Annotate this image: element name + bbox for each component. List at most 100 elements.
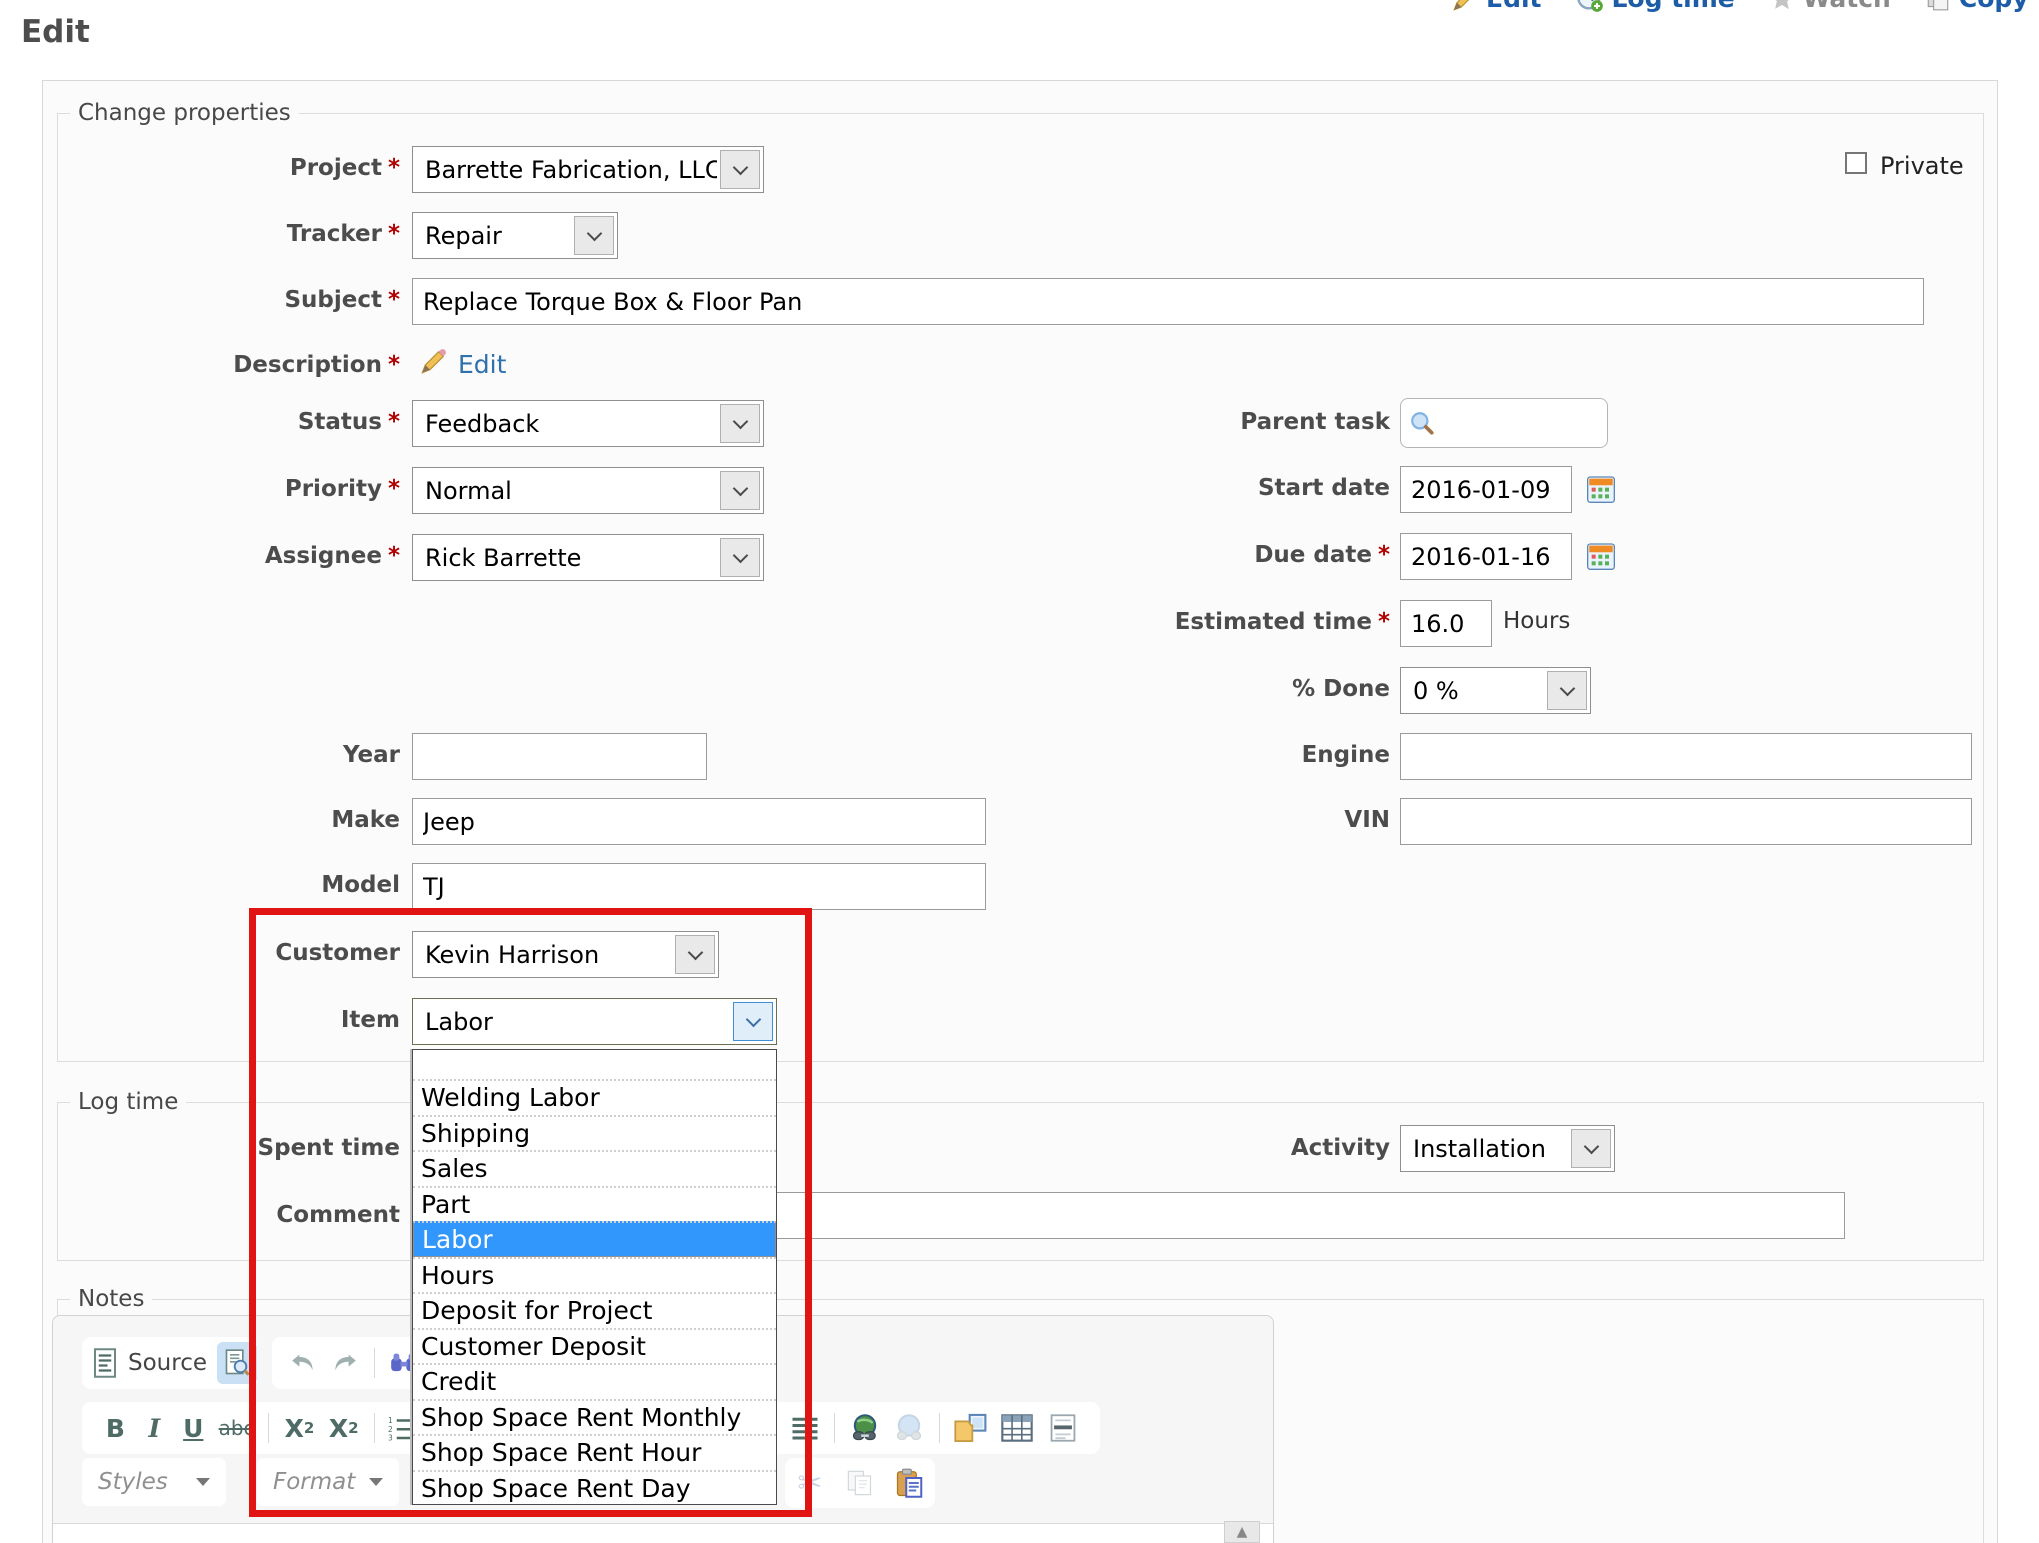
status-select-value: Feedback bbox=[413, 401, 717, 446]
vin-label: VIN bbox=[1344, 807, 1390, 833]
editor-scrollbar-up[interactable]: ▲ bbox=[1224, 1521, 1260, 1543]
source-button[interactable]: Source bbox=[82, 1348, 217, 1378]
status-label: Status bbox=[298, 409, 382, 435]
paste-icon bbox=[895, 1468, 925, 1498]
copy-button[interactable] bbox=[838, 1469, 882, 1497]
editor-content-area[interactable] bbox=[53, 1523, 1273, 1543]
cut-button[interactable]: ✂ bbox=[788, 1466, 832, 1501]
assignee-select[interactable]: Rick Barrette bbox=[412, 534, 764, 581]
project-label: Project bbox=[290, 155, 382, 181]
styles-combo[interactable]: Styles bbox=[82, 1458, 226, 1506]
subscript-2: 2 bbox=[304, 1419, 314, 1437]
page-title: Edit bbox=[21, 14, 90, 50]
due-date-label: Due date bbox=[1254, 542, 1372, 568]
due-date-input[interactable] bbox=[1400, 533, 1572, 580]
customer-label: Customer bbox=[275, 940, 400, 966]
engine-input[interactable] bbox=[1400, 733, 1972, 780]
start-date-input[interactable] bbox=[1400, 466, 1572, 513]
item-option[interactable]: Labor bbox=[413, 1221, 776, 1257]
undo-button[interactable] bbox=[282, 1351, 324, 1375]
model-input[interactable] bbox=[412, 863, 986, 910]
calendar-icon[interactable] bbox=[1585, 473, 1617, 505]
bold-button[interactable]: B bbox=[96, 1414, 135, 1443]
priority-select[interactable]: Normal bbox=[412, 467, 764, 514]
parent-task-input[interactable] bbox=[1400, 398, 1608, 448]
parent-task-label: Parent task bbox=[1240, 409, 1390, 435]
toolbar-separator bbox=[374, 1348, 375, 1378]
item-option[interactable]: Shop Space Rent Monthly bbox=[413, 1399, 776, 1435]
item-option[interactable]: Shipping bbox=[413, 1115, 776, 1151]
project-select[interactable]: Barrette Fabrication, LLC bbox=[412, 146, 764, 193]
context-menu: Edit Log time Watch Copy Delete bbox=[1452, 0, 2039, 13]
edit-link[interactable]: Edit bbox=[1452, 0, 1542, 13]
paste-button[interactable] bbox=[888, 1468, 932, 1498]
log-time-link[interactable]: Log time bbox=[1576, 0, 1735, 13]
percent-done-label: % Done bbox=[1292, 676, 1390, 702]
chevron-down-icon bbox=[1547, 671, 1587, 710]
description-edit-link[interactable]: Edit bbox=[458, 350, 506, 379]
toolbar-separator bbox=[939, 1413, 940, 1443]
customer-select[interactable]: Kevin Harrison bbox=[412, 931, 719, 978]
image-button[interactable] bbox=[948, 1413, 994, 1443]
item-option[interactable]: Customer Deposit bbox=[413, 1328, 776, 1364]
required-asterisk: * bbox=[1378, 542, 1390, 568]
tracker-select[interactable]: Repair bbox=[412, 212, 618, 259]
redo-icon bbox=[330, 1351, 360, 1375]
styles-combo-label: Styles bbox=[98, 1469, 168, 1495]
item-option[interactable]: Deposit for Project bbox=[413, 1292, 776, 1328]
undo-icon bbox=[288, 1351, 318, 1375]
copy-link[interactable]: Copy bbox=[1925, 0, 2029, 13]
table-button[interactable] bbox=[994, 1414, 1040, 1442]
watch-link-label: Watch bbox=[1803, 0, 1891, 13]
subscript-button[interactable]: X2 bbox=[277, 1414, 321, 1443]
item-option[interactable]: Hours bbox=[413, 1257, 776, 1293]
item-option[interactable]: Sales bbox=[413, 1150, 776, 1186]
percent-done-select[interactable]: 0 % bbox=[1400, 667, 1591, 714]
toolbar-separator bbox=[374, 1413, 375, 1443]
calendar-icon[interactable] bbox=[1585, 540, 1617, 572]
chevron-down-icon bbox=[733, 1002, 773, 1041]
private-checkbox[interactable] bbox=[1845, 152, 1867, 174]
estimated-time-input[interactable] bbox=[1400, 600, 1492, 647]
subscript-x: X bbox=[285, 1414, 304, 1443]
format-combo[interactable]: Format bbox=[257, 1458, 399, 1506]
redo-button[interactable] bbox=[324, 1351, 366, 1375]
link-button[interactable] bbox=[843, 1414, 887, 1442]
subject-input[interactable] bbox=[412, 278, 1924, 325]
item-option[interactable]: Part bbox=[413, 1186, 776, 1222]
copy-icon bbox=[1925, 0, 1951, 12]
subject-label: Subject bbox=[284, 287, 382, 313]
superscript-button[interactable]: X2 bbox=[322, 1414, 366, 1443]
item-option[interactable]: Credit bbox=[413, 1363, 776, 1399]
toolbar-group-clipboard: ✂ bbox=[785, 1458, 935, 1508]
svg-text:1: 1 bbox=[388, 1416, 393, 1425]
activity-select[interactable]: Installation bbox=[1400, 1125, 1615, 1172]
description-label: Description bbox=[233, 352, 382, 378]
horizontal-rule-button[interactable] bbox=[1040, 1414, 1086, 1442]
preview-button[interactable] bbox=[217, 1342, 257, 1384]
unlink-button[interactable] bbox=[887, 1414, 931, 1442]
status-select[interactable]: Feedback bbox=[412, 400, 764, 447]
year-input[interactable] bbox=[412, 733, 707, 780]
source-button-label: Source bbox=[128, 1350, 207, 1376]
make-input[interactable] bbox=[412, 798, 986, 845]
vin-input[interactable] bbox=[1400, 798, 1972, 845]
start-date-label: Start date bbox=[1258, 475, 1390, 501]
assignee-select-value: Rick Barrette bbox=[413, 535, 717, 580]
format-combo-label: Format bbox=[273, 1469, 355, 1495]
pencil-icon bbox=[420, 347, 448, 375]
strikethrough-button[interactable]: abc bbox=[213, 1416, 261, 1440]
item-option[interactable]: Shop Space Rent Hour bbox=[413, 1434, 776, 1470]
private-label: Private bbox=[1880, 152, 1964, 180]
customer-select-value: Kevin Harrison bbox=[413, 932, 672, 977]
item-option[interactable] bbox=[413, 1050, 776, 1079]
underline-button[interactable]: U bbox=[174, 1414, 213, 1443]
chevron-down-icon bbox=[720, 150, 760, 189]
justify-block-button[interactable] bbox=[783, 1415, 825, 1441]
item-option[interactable]: Shop Space Rent Day bbox=[413, 1470, 776, 1506]
item-option[interactable]: Welding Labor bbox=[413, 1079, 776, 1115]
item-select[interactable]: Labor bbox=[412, 998, 777, 1045]
italic-button[interactable]: I bbox=[135, 1414, 174, 1443]
chevron-down-icon bbox=[720, 404, 760, 443]
watch-link[interactable]: Watch bbox=[1769, 0, 1891, 13]
